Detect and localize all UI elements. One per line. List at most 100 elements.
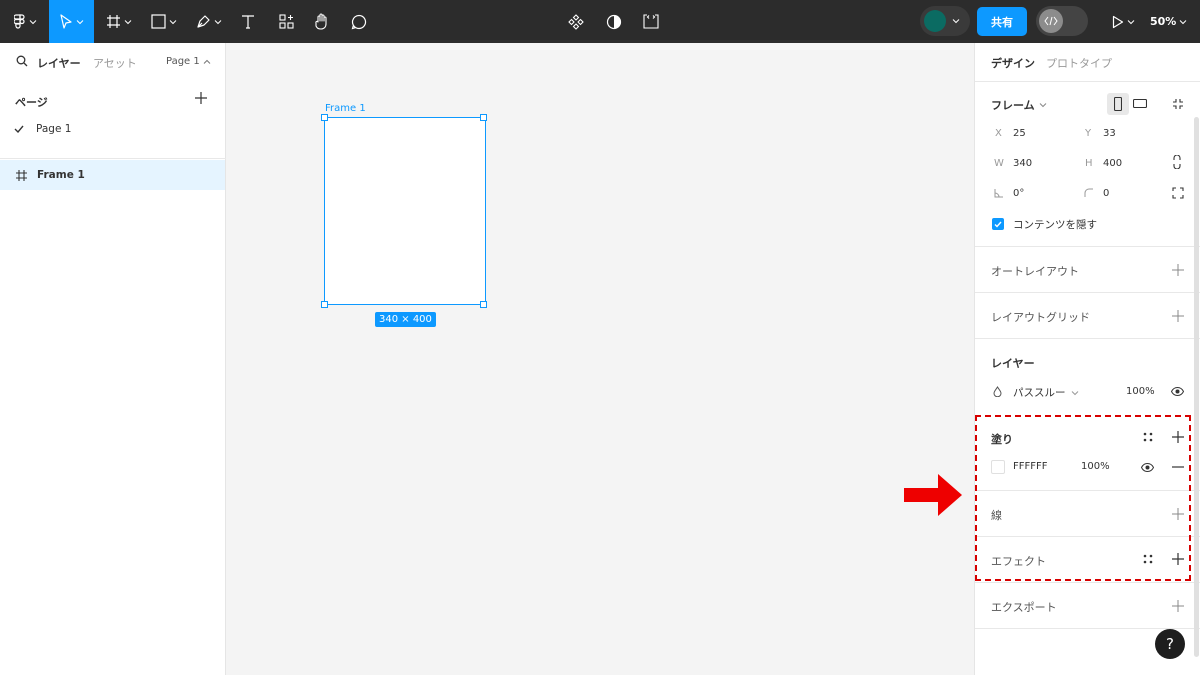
multiplayer-avatars[interactable] bbox=[920, 6, 970, 36]
search-button[interactable] bbox=[16, 55, 28, 70]
dev-code-button[interactable] bbox=[640, 0, 662, 43]
chevron-down-icon bbox=[76, 19, 84, 24]
add-auto-layout-icon[interactable] bbox=[1172, 264, 1184, 276]
blend-mode-dropdown[interactable]: パススルー bbox=[1013, 385, 1079, 400]
clip-content-label: コンテンツを隠す bbox=[1013, 219, 1097, 231]
rotation-input[interactable]: 0° bbox=[1013, 188, 1024, 199]
tab-assets[interactable]: アセット bbox=[93, 55, 137, 71]
divider bbox=[975, 582, 1200, 583]
component-button[interactable] bbox=[566, 0, 586, 43]
right-panel: デザイン プロトタイプ フレーム X 25 Y 33 W 340 H 400 0… bbox=[974, 43, 1200, 675]
resize-handle-top-right[interactable] bbox=[480, 114, 487, 121]
layer-item-label: Frame 1 bbox=[37, 169, 85, 181]
divider bbox=[975, 246, 1200, 247]
plus-icon bbox=[195, 92, 207, 104]
canvas[interactable]: Frame 1 340 × 400 bbox=[226, 43, 974, 675]
pen-icon bbox=[197, 15, 210, 28]
chevron-down-icon bbox=[169, 19, 177, 24]
chevron-down-icon bbox=[214, 19, 222, 24]
divider bbox=[975, 292, 1200, 293]
h-label: H bbox=[1085, 158, 1093, 169]
selected-frame[interactable] bbox=[324, 117, 486, 305]
zoom-menu[interactable]: 50% bbox=[1150, 0, 1187, 43]
dev-mode-toggle[interactable] bbox=[1036, 6, 1088, 36]
portrait-icon bbox=[1114, 97, 1122, 111]
comment-icon bbox=[351, 14, 367, 29]
divider bbox=[0, 158, 226, 159]
chevron-down-icon bbox=[952, 19, 960, 24]
add-page-button[interactable] bbox=[195, 92, 207, 107]
help-button[interactable]: ? bbox=[1155, 629, 1185, 659]
add-layout-grid-icon[interactable] bbox=[1172, 310, 1184, 322]
frame-hash-icon bbox=[107, 15, 120, 28]
divider bbox=[975, 338, 1200, 339]
layer-item-frame[interactable]: Frame 1 bbox=[0, 160, 225, 190]
resize-handle-bottom-left[interactable] bbox=[321, 301, 328, 308]
tab-design[interactable]: デザイン bbox=[991, 55, 1035, 71]
blend-drop-icon bbox=[993, 386, 1002, 397]
share-button[interactable]: 共有 bbox=[977, 7, 1027, 36]
resources-tool-button[interactable] bbox=[276, 0, 296, 43]
pages-section-title: ページ bbox=[15, 96, 48, 109]
figma-logo-icon bbox=[13, 13, 25, 29]
shape-tool-button[interactable] bbox=[145, 0, 183, 43]
play-icon bbox=[1112, 15, 1123, 28]
add-export-icon[interactable] bbox=[1172, 600, 1184, 612]
main-menu-button[interactable] bbox=[8, 0, 42, 43]
frame-type-dropdown[interactable]: フレーム bbox=[991, 97, 1047, 113]
frame-tool-button[interactable] bbox=[101, 0, 137, 43]
layer-section-title: レイヤー bbox=[991, 357, 1035, 370]
chevron-down-icon bbox=[29, 19, 36, 24]
code-brackets-icon bbox=[1044, 16, 1058, 26]
mask-button[interactable] bbox=[604, 0, 624, 43]
landscape-icon[interactable] bbox=[1133, 99, 1147, 108]
resize-handle-top-left[interactable] bbox=[321, 114, 328, 121]
width-input[interactable]: 340 bbox=[1013, 158, 1032, 169]
frame-section-title: フレーム bbox=[991, 99, 1035, 112]
layout-grid-title: レイアウトグリッド bbox=[991, 311, 1090, 324]
dev-code-icon bbox=[643, 14, 659, 29]
component-icon bbox=[568, 13, 584, 30]
zoom-level: 50% bbox=[1150, 15, 1177, 28]
height-input[interactable]: 400 bbox=[1103, 158, 1122, 169]
corner-radius-input[interactable]: 0 bbox=[1103, 188, 1109, 199]
chevron-down-icon bbox=[1127, 19, 1134, 24]
export-title: エクスポート bbox=[991, 601, 1057, 614]
red-arrow-annotation bbox=[904, 474, 962, 516]
panel-scrollbar[interactable] bbox=[1194, 117, 1199, 657]
pen-tool-button[interactable] bbox=[191, 0, 227, 43]
chevron-down-icon bbox=[1039, 103, 1047, 108]
present-button[interactable] bbox=[1108, 0, 1138, 43]
constrain-proportions-icon[interactable] bbox=[1173, 155, 1181, 169]
mask-icon bbox=[606, 14, 622, 29]
clip-content-checkbox[interactable] bbox=[992, 218, 1004, 230]
chevron-up-icon bbox=[203, 59, 211, 64]
tab-prototype[interactable]: プロトタイプ bbox=[1046, 55, 1112, 71]
comment-tool-button[interactable] bbox=[348, 0, 370, 43]
resize-to-fit-icon[interactable] bbox=[1172, 98, 1184, 110]
move-tool-button[interactable] bbox=[49, 0, 94, 43]
red-dashed-highlight bbox=[975, 415, 1191, 581]
eye-icon[interactable] bbox=[1171, 387, 1184, 396]
resources-icon bbox=[278, 14, 294, 29]
corner-radius-icon bbox=[1084, 188, 1093, 197]
independent-corners-icon[interactable] bbox=[1172, 187, 1184, 199]
tab-layers[interactable]: レイヤー bbox=[37, 55, 81, 71]
auto-layout-title: オートレイアウト bbox=[991, 265, 1079, 278]
avatar bbox=[924, 10, 946, 32]
w-label: W bbox=[994, 158, 1004, 169]
resize-handle-bottom-right[interactable] bbox=[480, 301, 487, 308]
page-item-label: Page 1 bbox=[36, 123, 72, 135]
hand-tool-button[interactable] bbox=[311, 0, 333, 43]
text-tool-button[interactable] bbox=[237, 0, 259, 43]
x-input[interactable]: 25 bbox=[1013, 128, 1026, 139]
page-selector[interactable]: Page 1 bbox=[166, 56, 211, 67]
page-item[interactable]: Page 1 bbox=[14, 123, 71, 135]
left-panel: レイヤー アセット Page 1 ページ Page 1 Frame 1 bbox=[0, 43, 226, 675]
top-toolbar: 共有 50% bbox=[0, 0, 1200, 43]
frame-hash-icon bbox=[16, 169, 27, 181]
y-input[interactable]: 33 bbox=[1103, 128, 1116, 139]
y-label: Y bbox=[1085, 128, 1092, 139]
layer-opacity-input[interactable]: 100% bbox=[1126, 386, 1155, 397]
frame-name-label[interactable]: Frame 1 bbox=[325, 103, 366, 114]
